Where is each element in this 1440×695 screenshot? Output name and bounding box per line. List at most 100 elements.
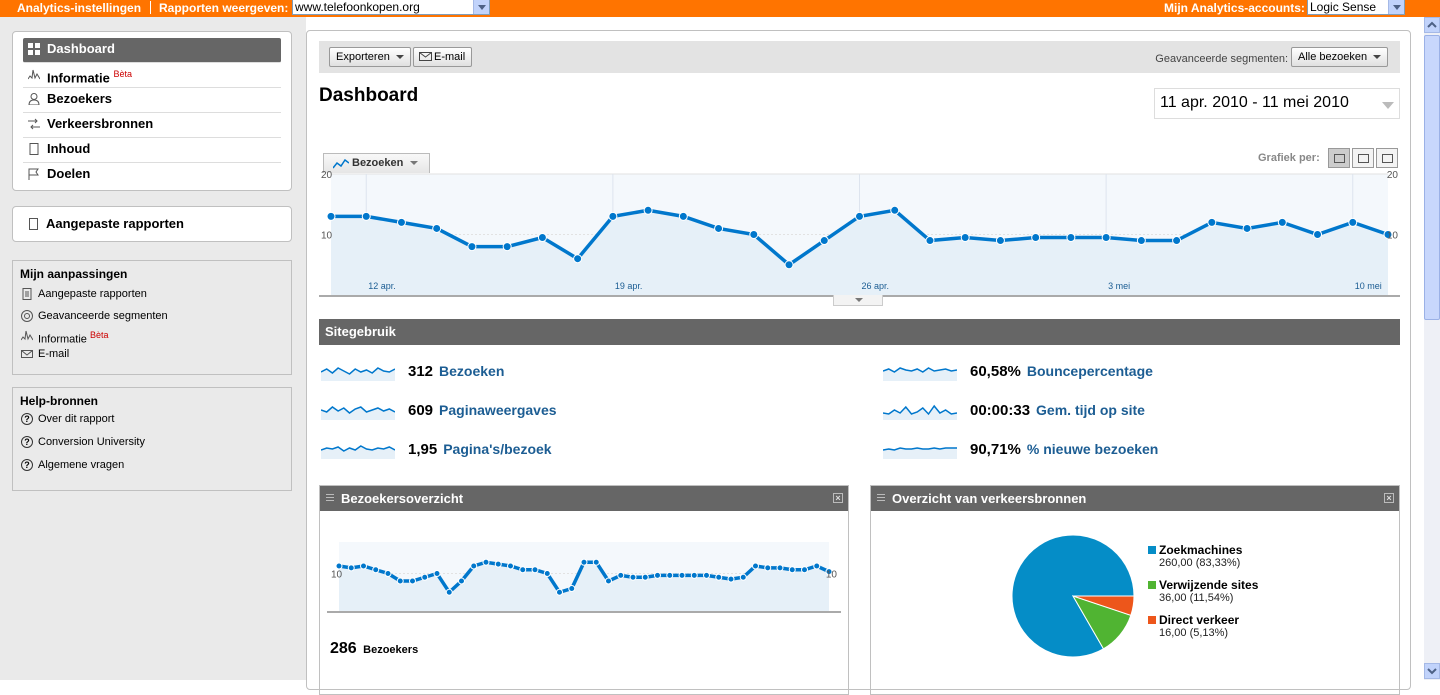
data-point	[1031, 233, 1041, 243]
sparkline-chart	[883, 404, 957, 420]
metric-link[interactable]: Pagina's/bezoek	[443, 441, 551, 457]
scroll-down-button[interactable]	[1424, 663, 1440, 679]
x-tick-label: 10 mei	[1355, 281, 1382, 291]
chevron-down-icon	[410, 161, 419, 166]
segments-label: Geavanceerde segmenten:	[1155, 53, 1288, 65]
metric-link[interactable]: Gem. tijd op site	[1036, 402, 1145, 418]
export-button[interactable]: Exporteren	[329, 47, 411, 67]
link-informatie[interactable]: Informatie Bèta	[20, 326, 284, 346]
link-custom-reports[interactable]: Aangepaste rapporten	[20, 285, 284, 304]
data-point	[960, 233, 970, 243]
data-point	[1313, 230, 1323, 239]
data-point	[617, 571, 625, 579]
sparkline-chart	[883, 447, 957, 459]
scrollbar[interactable]	[1424, 17, 1440, 680]
graph-day-button[interactable]	[1328, 148, 1350, 168]
data-point	[482, 558, 490, 566]
nav-label: Doelen	[47, 166, 91, 181]
email-button[interactable]: E-mail	[413, 47, 473, 67]
x-tick-label: 26 apr.	[862, 281, 890, 291]
link-label: Geavanceerde segmenten	[38, 310, 168, 322]
toolbar: Exporteren E-mail Geavanceerde segmenten…	[319, 41, 1400, 73]
page-title: Dashboard	[319, 85, 419, 106]
legend-value: 36,00 (11,54%)	[1159, 592, 1234, 604]
nav-item-dashboard[interactable]: Dashboard	[23, 38, 281, 63]
nav-item-bezoekers[interactable]: Bezoekers	[23, 88, 281, 113]
graph-week-button[interactable]	[1352, 148, 1374, 168]
metric-value: 00:00:33 Gem. tijd op site	[970, 402, 1145, 419]
metric-value: 60,58% Bouncepercentage	[970, 363, 1153, 380]
link-label: Aangepaste rapporten	[38, 288, 147, 300]
data-point	[409, 577, 416, 585]
close-icon[interactable]: ×	[1384, 493, 1394, 503]
data-point	[396, 217, 406, 227]
data-point	[445, 588, 453, 596]
custom-reports-link[interactable]: Aangepaste rapporten	[12, 206, 292, 242]
data-point	[703, 571, 710, 579]
link-general-questions[interactable]: ? Algemene vragen	[20, 456, 284, 475]
report-icon	[22, 288, 32, 300]
site-usage-title: Sitegebruik	[325, 324, 396, 339]
account-select[interactable]: Logic Sense	[1307, 0, 1405, 15]
data-point	[654, 571, 661, 579]
graph-per-label: Grafiek per:	[1258, 152, 1320, 164]
link-email[interactable]: E-mail	[20, 345, 284, 364]
legend-label[interactable]: Verwijzende sites	[1159, 578, 1258, 592]
link-label: Over dit rapport	[38, 413, 115, 425]
legend-label[interactable]: Zoekmachines	[1159, 543, 1242, 557]
data-point	[421, 573, 429, 581]
data-point	[494, 560, 502, 568]
site-select[interactable]: www.telefoonkopen.org	[292, 0, 490, 15]
chevron-down-icon	[1388, 0, 1404, 14]
date-range-value: 11 apr. 2010 - 11 mei 2010	[1160, 94, 1349, 111]
month-icon	[1382, 154, 1393, 163]
site-usage-header: Sitegebruik	[319, 319, 1400, 345]
close-icon[interactable]: ×	[833, 493, 843, 503]
link-conversion-university[interactable]: ? Conversion University	[20, 433, 284, 452]
page-icon	[29, 143, 39, 155]
drag-handle-icon[interactable]	[326, 494, 334, 503]
y-tick-label: 10	[1387, 231, 1399, 242]
panel-title: Mijn aanpassingen	[20, 267, 128, 281]
nav-item-inhoud[interactable]: Inhoud	[23, 138, 281, 163]
sparkline-icon	[21, 330, 33, 341]
metric-link[interactable]: % nieuwe bezoeken	[1027, 441, 1158, 457]
analytics-settings-link[interactable]: Analytics-instellingen	[17, 1, 141, 15]
legend-label[interactable]: Direct verkeer	[1159, 613, 1239, 627]
y-tick-label: 20	[1387, 171, 1399, 181]
scroll-thumb[interactable]	[1424, 35, 1440, 320]
graph-metric-tab[interactable]: Bezoeken	[323, 153, 430, 173]
link-label: E-mail	[38, 348, 70, 360]
email-label: E-mail	[434, 51, 466, 63]
beta-badge: Bèta	[89, 330, 109, 340]
legend-swatch	[1148, 616, 1156, 624]
link-about-report[interactable]: ? Over dit rapport	[20, 410, 284, 429]
nav-item-doelen[interactable]: Doelen	[23, 163, 281, 188]
help-icon: ?	[21, 459, 33, 471]
nav-item-verkeersbronnen[interactable]: Verkeersbronnen	[23, 113, 281, 138]
widget-header: Bezoekersoverzicht ×	[320, 486, 848, 511]
nav-item-informatie[interactable]: Informatie Bèta	[23, 63, 281, 88]
graph-month-button[interactable]	[1376, 148, 1398, 168]
legend-item: Zoekmachines 260,00 (83,33%)	[1148, 543, 1242, 569]
data-point	[752, 562, 759, 570]
data-point	[739, 573, 747, 581]
flag-icon	[28, 168, 39, 180]
chart-expand-handle[interactable]	[833, 295, 883, 306]
date-range-picker[interactable]: 11 apr. 2010 - 11 mei 2010	[1154, 88, 1400, 119]
scroll-up-button[interactable]	[1424, 17, 1440, 33]
legend-swatch	[1148, 546, 1156, 554]
metric-link[interactable]: Bouncepercentage	[1027, 363, 1153, 379]
data-point	[727, 575, 735, 583]
segments-select[interactable]: Alle bezoeken	[1291, 47, 1389, 67]
drag-handle-icon[interactable]	[877, 494, 885, 503]
link-advanced-segments[interactable]: Geavanceerde segmenten	[20, 307, 284, 326]
chevron-down-icon	[1427, 668, 1437, 675]
y-tick-label: 20	[826, 542, 838, 543]
nav-label: Dashboard	[47, 41, 115, 56]
custom-reports-label: Aangepaste rapporten	[46, 216, 184, 231]
report-icon	[29, 218, 38, 230]
metric-link[interactable]: Bezoeken	[439, 363, 504, 379]
metric-link[interactable]: Paginaweergaves	[439, 402, 557, 418]
data-point	[666, 571, 674, 579]
